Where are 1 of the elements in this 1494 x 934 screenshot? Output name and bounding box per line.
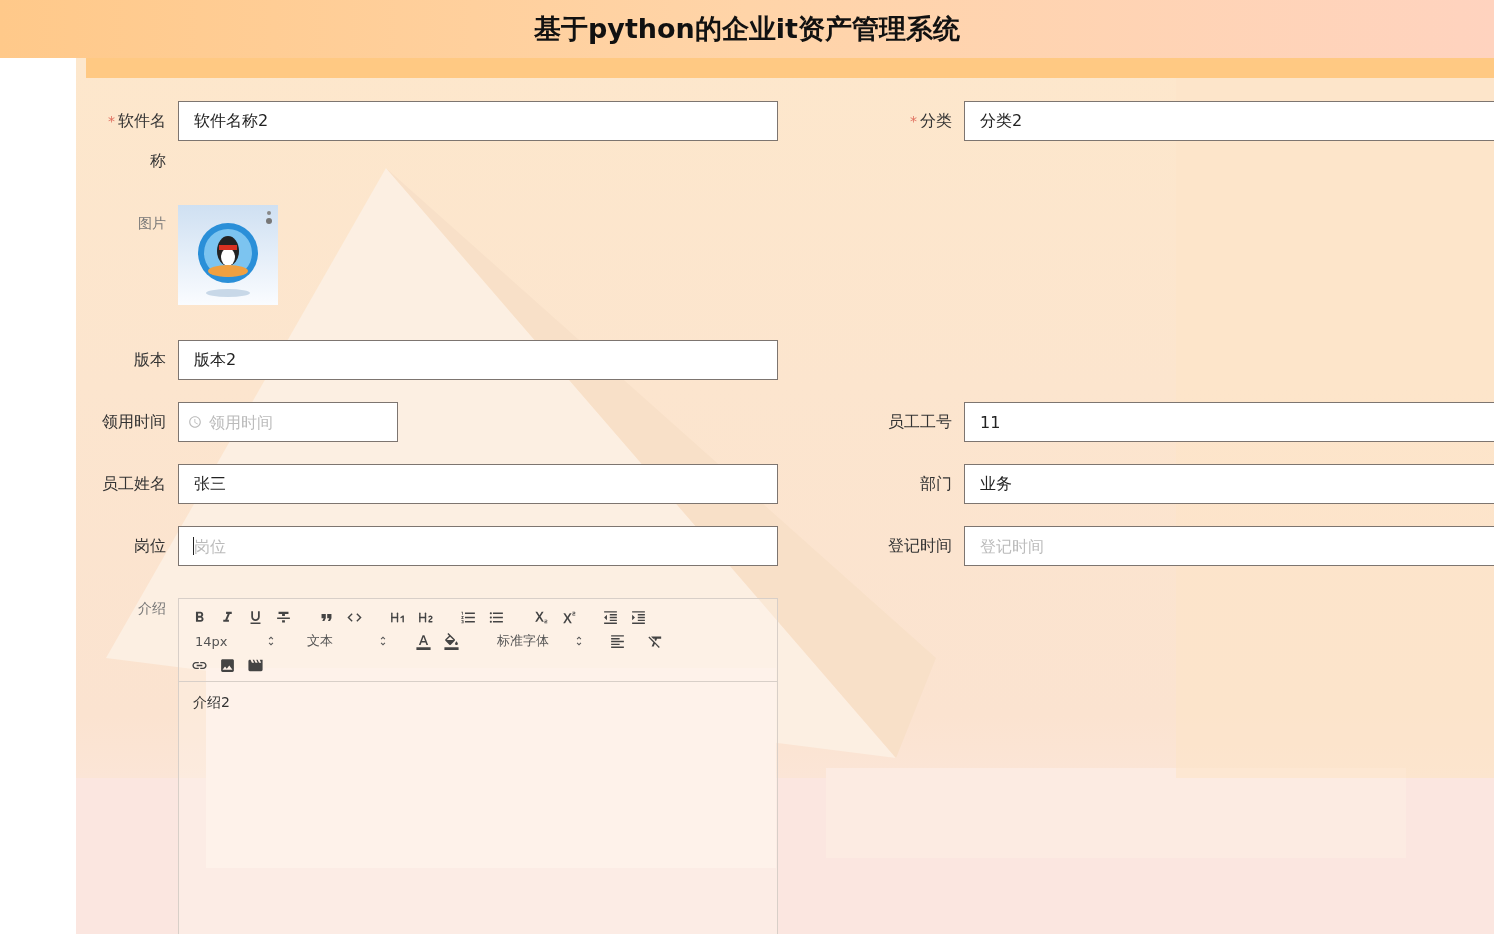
app-title: 基于python的企业it资产管理系统 — [534, 12, 960, 46]
